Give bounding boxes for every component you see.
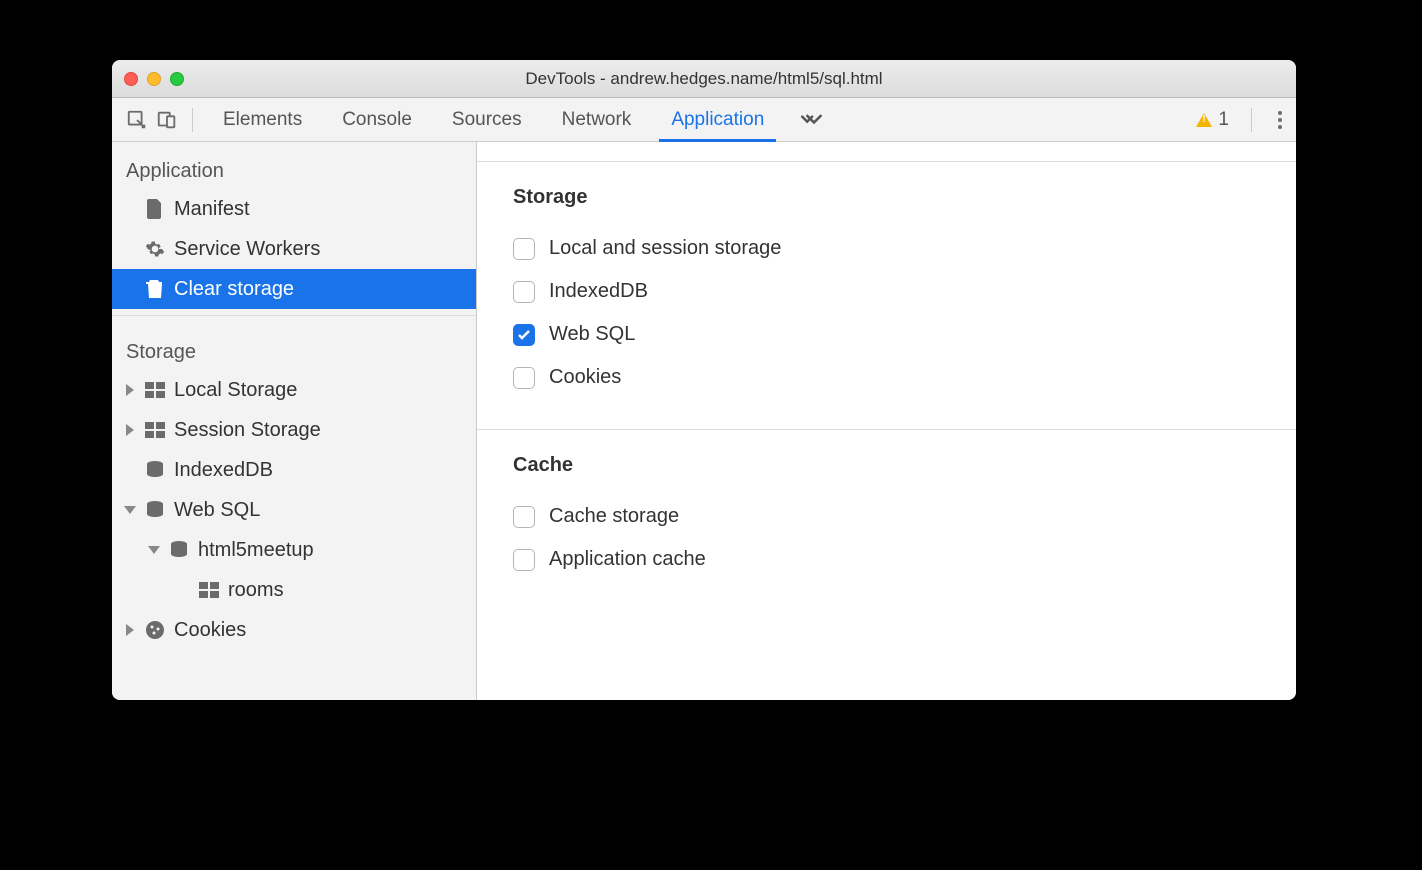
warnings-indicator[interactable]: 1 [1196, 109, 1229, 131]
sidebar-item-indexeddb[interactable]: IndexedDB [112, 450, 476, 490]
clear-storage-panel: Storage Local and session storage Indexe… [477, 142, 1296, 700]
cookie-icon [144, 619, 166, 641]
checkbox[interactable] [513, 238, 535, 260]
sidebar-section-storage: Storage [112, 333, 476, 370]
sidebar-item-session-storage[interactable]: Session Storage [112, 410, 476, 450]
sidebar-item-label: Manifest [174, 198, 250, 221]
toolbar-divider [192, 108, 193, 132]
checkbox-row-local-session[interactable]: Local and session storage [507, 227, 1266, 270]
sidebar-item-clear-storage[interactable]: Clear storage [112, 269, 476, 309]
sidebar-item-label: IndexedDB [174, 459, 273, 482]
sidebar-section-application: Application [112, 152, 476, 189]
fullscreen-window-button[interactable] [170, 72, 184, 86]
sidebar-item-label: Service Workers [174, 238, 320, 261]
panel-tabs: Elements Console Sources Network Applica… [203, 98, 838, 141]
sidebar-item-websql[interactable]: Web SQL [112, 490, 476, 530]
disclosure-triangle-icon[interactable] [148, 546, 160, 554]
checkbox[interactable] [513, 324, 535, 346]
checkbox-label: Application cache [549, 548, 706, 571]
warning-icon [1196, 113, 1212, 127]
sidebar-item-cookies[interactable]: Cookies [112, 610, 476, 650]
sidebar-item-websql-table[interactable]: rooms [112, 570, 476, 610]
checkbox-row-cookies[interactable]: Cookies [507, 356, 1266, 399]
sidebar-item-label: Clear storage [174, 278, 294, 301]
more-tabs-button[interactable] [784, 98, 838, 141]
checkbox[interactable] [513, 549, 535, 571]
disclosure-triangle-icon[interactable] [126, 624, 134, 636]
file-icon [144, 198, 166, 220]
sidebar-item-label: rooms [228, 579, 284, 602]
settings-menu-button[interactable] [1274, 107, 1286, 133]
disclosure-triangle-icon[interactable] [124, 506, 136, 514]
database-icon [144, 459, 166, 481]
disclosure-triangle-icon[interactable] [126, 424, 134, 436]
tab-sources[interactable]: Sources [432, 98, 542, 141]
panel-body: Application Manifest Service Workers Cle… [112, 142, 1296, 700]
database-icon [144, 499, 166, 521]
toolbar-divider [1251, 108, 1252, 132]
section-title-storage: Storage [507, 186, 1266, 209]
sidebar-item-websql-database[interactable]: html5meetup [112, 530, 476, 570]
gear-icon [144, 238, 166, 260]
tab-network[interactable]: Network [542, 98, 652, 141]
minimize-window-button[interactable] [147, 72, 161, 86]
device-toolbar-icon[interactable] [152, 105, 182, 135]
sidebar-item-service-workers[interactable]: Service Workers [112, 229, 476, 269]
sidebar-item-label: Web SQL [174, 499, 260, 522]
checkbox-row-application-cache[interactable]: Application cache [507, 538, 1266, 581]
disclosure-triangle-icon[interactable] [126, 384, 134, 396]
checkbox-label: Local and session storage [549, 237, 781, 260]
database-icon [168, 539, 190, 561]
sidebar-item-label: Session Storage [174, 419, 321, 442]
devtools-toolbar: Elements Console Sources Network Applica… [112, 98, 1296, 142]
window-title: DevTools - andrew.hedges.name/html5/sql.… [112, 69, 1296, 89]
storage-section: Storage Local and session storage Indexe… [477, 162, 1296, 430]
sidebar-item-manifest[interactable]: Manifest [112, 189, 476, 229]
checkbox-label: Cache storage [549, 505, 679, 528]
section-title-cache: Cache [507, 454, 1266, 477]
checkbox-label: Web SQL [549, 323, 635, 346]
checkbox-label: Cookies [549, 366, 621, 389]
sidebar-item-label: html5meetup [198, 539, 314, 562]
trash-icon [144, 278, 166, 300]
window-controls [124, 72, 184, 86]
checkbox-row-indexeddb[interactable]: IndexedDB [507, 270, 1266, 313]
warning-count: 1 [1218, 109, 1229, 131]
checkbox[interactable] [513, 367, 535, 389]
checkbox-row-cache-storage[interactable]: Cache storage [507, 495, 1266, 538]
table-icon [144, 379, 166, 401]
checkbox[interactable] [513, 506, 535, 528]
tab-console[interactable]: Console [322, 98, 432, 141]
table-icon [144, 419, 166, 441]
sidebar-item-local-storage[interactable]: Local Storage [112, 370, 476, 410]
checkbox[interactable] [513, 281, 535, 303]
cache-section: Cache Cache storage Application cache [477, 430, 1296, 611]
checkbox-row-websql[interactable]: Web SQL [507, 313, 1266, 356]
devtools-window: DevTools - andrew.hedges.name/html5/sql.… [112, 60, 1296, 700]
close-window-button[interactable] [124, 72, 138, 86]
tab-application[interactable]: Application [651, 98, 784, 141]
tab-elements[interactable]: Elements [203, 98, 322, 141]
table-icon [198, 579, 220, 601]
checkbox-label: IndexedDB [549, 280, 648, 303]
inspect-element-icon[interactable] [122, 105, 152, 135]
application-sidebar: Application Manifest Service Workers Cle… [112, 142, 477, 700]
sidebar-item-label: Local Storage [174, 379, 297, 402]
sidebar-item-label: Cookies [174, 619, 246, 642]
titlebar: DevTools - andrew.hedges.name/html5/sql.… [112, 60, 1296, 98]
